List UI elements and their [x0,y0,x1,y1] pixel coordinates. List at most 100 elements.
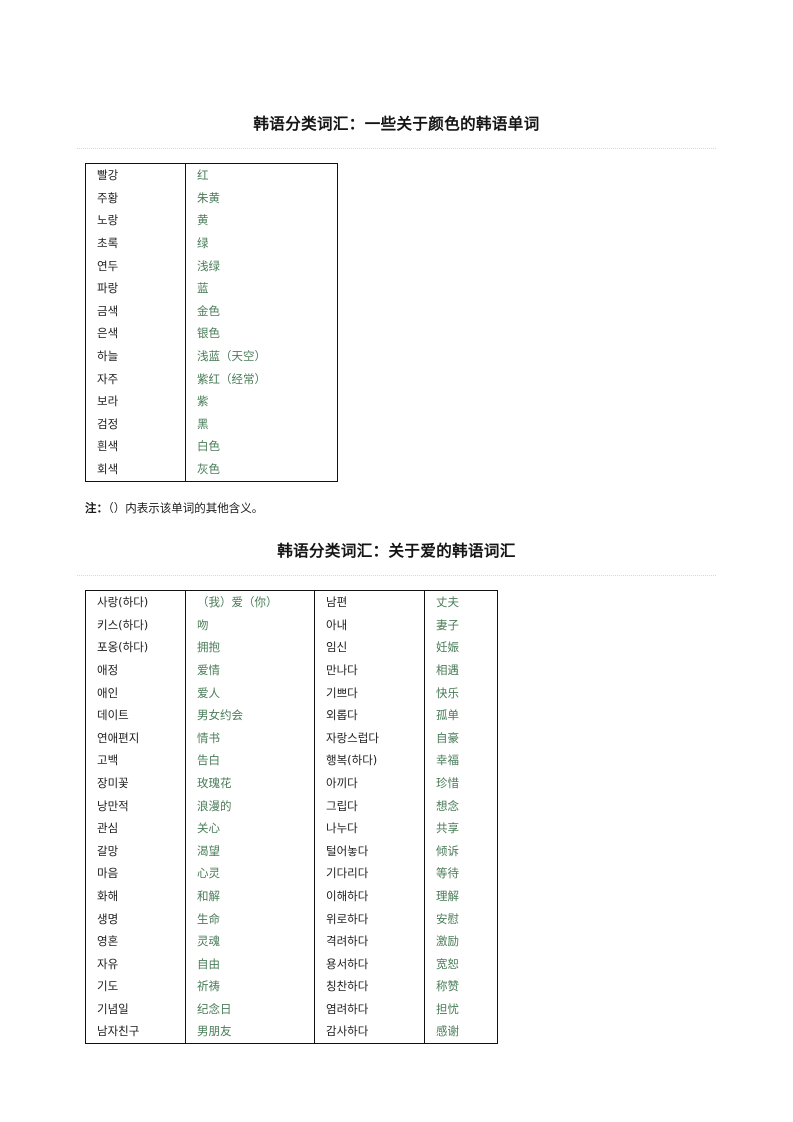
table-cell-chinese_a: 祈祷 [185,975,315,998]
table-cell-chinese_a: 灵魂 [185,930,315,953]
table-row: 노랑 黄 [85,209,338,233]
table-cell-korean_a: 데이트 [85,704,186,727]
table-cell-chinese: 绿 [197,236,209,251]
table-cell-korean: 빨강 [85,163,186,187]
table-cell-korean: 주황 [85,186,186,210]
table-cell-chinese: 白色 [197,439,220,454]
page-title-colors: 韩语分类词汇：一些关于颜色的韩语单词 [253,114,540,133]
table-cell-chinese_a: 关心 [185,817,315,840]
table-cell-korean_b: 칭찬하다 [314,975,425,998]
table-cell-chinese_b: 相遇 [436,662,459,677]
note-text: （）内表示该单词的其他含义。 [108,500,264,515]
table-cell-chinese_a: 拥抱 [185,636,315,659]
note-label: 注： [85,500,108,515]
table-row: 영혼 灵魂 격려하다 激励 [85,930,498,953]
table-row: 키스(하다) 吻 아내 妻子 [85,613,498,637]
table-cell-korean_a: 낭만적 [85,794,186,818]
table-row: 보라 紫 [85,390,338,413]
table-cell-chinese_a: 吻 [185,613,315,637]
table-cell-chinese_b: 安慰 [436,911,459,926]
table-cell-korean_b: 임신 [314,636,425,659]
table-cell-chinese_a: 男女约会 [185,704,315,727]
table-cell-chinese_a: 爱情 [185,658,315,682]
table-cell-korean_b: 격려하다 [314,930,425,953]
table-cell-chinese: 黑 [197,416,209,431]
table-cell-korean_a: 갈망 [85,839,186,863]
table-cell-korean: 노랑 [85,209,186,233]
table-cell-korean_a: 자유 [85,952,186,976]
table-row: 하늘 浅蓝（天空） [85,345,338,368]
table-row: 주황 朱黄 [85,186,338,210]
table-row: 애인 爱人 기쁘다 快乐 [85,681,498,705]
table-cell-korean_b: 감사하다 [314,1020,425,1044]
table-cell-chinese_b: 称赞 [436,979,459,994]
table-cell-chinese_a: 玫瑰花 [185,771,315,795]
table-cell-korean: 금색 [85,299,186,323]
table-row: 파랑 蓝 [85,277,338,300]
table-cell-chinese_b: 理解 [436,888,459,903]
table-cell-chinese_b: 倾诉 [436,843,459,858]
table-row: 마음 心灵 기다리다 等待 [85,862,498,885]
table-cell-chinese_b: 妻子 [436,617,459,632]
table-cell-chinese: 红 [197,168,209,183]
table-row: 사랑(하다) （我）爱（你） 남편 丈夫 [85,590,498,614]
table-row: 흰색 白色 [85,435,338,458]
table-cell-korean_b: 이해하다 [314,884,425,908]
table-cell-chinese: 黄 [197,213,209,228]
table-cell-korean_b: 아내 [314,613,425,637]
table-cell-korean_b: 기다리다 [314,862,425,885]
table-cell-korean_a: 연애편지 [85,726,186,750]
table-cell-korean_b: 외롭다 [314,704,425,727]
table-cell-chinese_a: 心灵 [185,862,315,885]
table-cell-korean_a: 포옹(하다) [85,636,186,659]
love-vocabulary-table: 사랑(하다) （我）爱（你） 남편 丈夫 키스(하다) 吻 아내 妻子 포옹(하다) 拥抱 임신 妊娠… [85,590,498,1045]
table-cell-chinese: 浅绿 [197,258,220,273]
table-cell-korean_a: 애정 [85,658,186,682]
table-row: 자주 紫红（经常） [85,367,338,391]
table-cell-chinese_a: 生命 [185,907,315,931]
table-row: 빨강 红 [85,163,338,187]
table-cell-chinese_b: 宽恕 [436,956,459,971]
table-row: 연애편지 情书 자랑스럽다 自豪 [85,726,498,750]
table-row: 연두 浅绿 [85,254,338,278]
table-row: 관심 关心 나누다 共享 [85,817,498,840]
table-cell-korean_b: 만나다 [314,658,425,682]
table-cell-korean_a: 고백 [85,749,186,772]
page-title-love: 韩语分类词汇：关于爱的韩语词汇 [277,540,516,560]
table-cell-chinese: 浅蓝（天空） [197,349,266,363]
table-cell-chinese_b: 担忧 [436,1001,459,1016]
table-cell-chinese: 灰色 [197,461,220,476]
table-cell-chinese_a: 爱人 [185,681,315,705]
table-cell-chinese_a: 情书 [185,726,315,750]
table-row: 기도 祈祷 칭찬하다 称赞 [85,975,498,998]
table-cell-korean_a: 애인 [85,681,186,705]
table-cell-korean_a: 키스(하다) [85,613,186,637]
table-cell-chinese_a: （我）爱（你） [185,590,315,614]
table-cell-chinese_b: 快乐 [436,685,459,700]
table-row: 장미꽃 玫瑰花 아끼다 珍惜 [85,771,498,795]
table-cell-chinese_a: 自由 [185,952,315,976]
heading-divider-colors [77,148,716,150]
table-cell-korean: 은색 [85,322,186,345]
table-cell-chinese_b: 幸福 [436,753,459,768]
table-cell-chinese_b: 丈夫 [436,595,459,610]
table-cell-korean_a: 영혼 [85,930,186,953]
colors-vocabulary-table: 빨강 红 주황 朱黄 노랑 黄 초록 绿 연두 浅绿 파랑 蓝 금색 金色 은색 银色 하늘 浅蓝（天空） 자주 紫红… [85,163,338,482]
table-row: 남자친구 男朋友 감사하다 感谢 [85,1020,498,1044]
table-cell-korean_a: 관심 [85,817,186,840]
table-cell-korean_b: 행복(하다) [314,749,425,772]
colors-table-wrapper: 빨강 红 주황 朱黄 노랑 黄 초록 绿 연두 浅绿 파랑 蓝 금색 金色 은색 银色 하늘 浅蓝（天空） 자주 紫红… [77,163,716,482]
table-cell-korean_b: 기쁘다 [314,681,425,705]
table-row: 초록 绿 [85,232,338,255]
table-cell-korean: 자주 [85,367,186,391]
table-row: 회색 灰色 [85,457,338,482]
table-cell-korean_b: 털어놓다 [314,839,425,863]
table-cell-chinese_b: 等待 [436,866,459,881]
table-cell-chinese_b: 孤单 [436,708,459,723]
table-cell-chinese: 紫 [197,394,209,409]
table-cell-korean_a: 마음 [85,862,186,885]
table-cell-chinese: 蓝 [197,281,209,296]
table-row: 은색 银色 [85,322,338,345]
table-row: 생명 生命 위로하다 安慰 [85,907,498,931]
table-cell-korean_b: 아끼다 [314,771,425,795]
